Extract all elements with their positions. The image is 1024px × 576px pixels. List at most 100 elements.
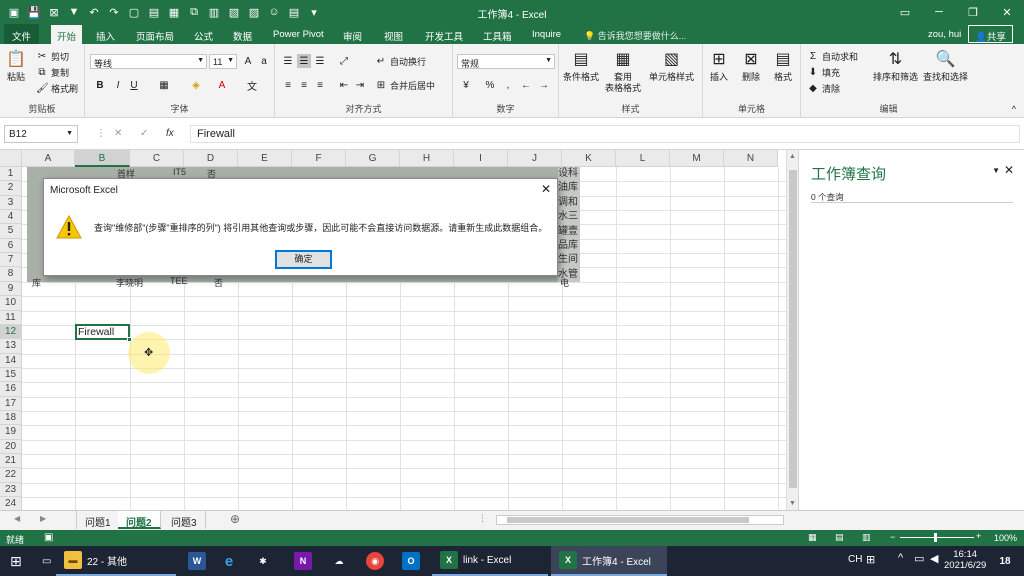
column-header-e[interactable]: E [238,150,292,167]
enter-icon[interactable]: ✓ [140,128,148,139]
find-select-button[interactable]: 🔍 查找和选择 [923,48,968,83]
close-icon[interactable]: ✕ [990,0,1024,24]
fill-color-icon[interactable]: ◈ [189,78,203,92]
paste-button[interactable]: 📋 粘贴 [4,48,28,83]
ime-icon[interactable]: ⊞ [866,553,875,566]
italic-icon[interactable]: I [111,78,125,92]
row-header-1[interactable]: 1 [0,167,22,182]
tab-data[interactable]: 数据 [227,27,258,45]
underline-icon[interactable]: U [127,78,141,92]
macro-record-icon[interactable]: ▣ [44,532,53,543]
font-name-select[interactable]: 等线 ▼ [90,54,207,69]
format-cells-button[interactable]: ▤ 格式 [771,48,795,83]
align-left-icon[interactable]: ≡ [281,78,295,92]
decrease-decimal-icon[interactable]: → [537,78,551,92]
taskbar-item-explorer[interactable]: ▬ 22 - 其他 [56,546,176,576]
clock[interactable]: 16:14 2021/6/29 [944,549,986,571]
row-header-5[interactable]: 5 [0,224,22,239]
dialog-close-icon[interactable]: ✕ [541,182,551,196]
volume-icon[interactable]: ◀ [930,552,938,565]
decrease-font-icon[interactable]: a [257,54,271,68]
column-header-a[interactable]: A [22,150,75,167]
share-button[interactable]: 👤共享 [968,25,1013,43]
bold-icon[interactable]: B [93,78,107,92]
row-header-2[interactable]: 2 [0,181,22,196]
vertical-scroll-thumb[interactable] [789,170,797,488]
border-icon[interactable]: ▦ [157,78,171,92]
tab-formulas[interactable]: 公式 [188,27,219,45]
cancel-icon[interactable]: ✕ [114,128,122,139]
add-sheet-icon[interactable]: ⊕ [230,512,240,526]
taskbar-ie[interactable]: e [212,546,246,576]
comma-icon[interactable]: , [501,78,515,92]
column-header-b[interactable]: B [75,150,130,167]
row-header-8[interactable]: 8 [0,267,22,282]
taskbar-onenote[interactable]: N [286,546,320,576]
align-center-icon[interactable]: ≡ [297,78,311,92]
horizontal-scroll-thumb[interactable] [507,517,749,523]
input-language[interactable]: CH [848,554,862,565]
currency-icon[interactable]: ¥ [459,78,473,92]
restore-icon[interactable]: ❐ [956,0,990,24]
formula-input[interactable]: Firewall [190,125,1020,143]
row-header-15[interactable]: 15 [0,367,22,383]
row-header-10[interactable]: 10 [0,296,22,311]
align-right-icon[interactable]: ≡ [313,78,327,92]
phonetic-icon[interactable]: 文 [245,78,259,93]
column-header-d[interactable]: D [184,150,238,167]
percent-icon[interactable]: % [483,78,497,92]
sort-filter-button[interactable]: ⇅ 排序和筛选 [873,48,918,83]
tell-me-search[interactable]: 💡 告诉我您想要做什么... [584,29,686,42]
align-bottom-icon[interactable]: ☰ [313,54,327,68]
row-header-3[interactable]: 3 [0,195,22,211]
tab-home[interactable]: 开始 [51,25,83,44]
scroll-down-icon[interactable]: ▼ [789,500,796,507]
row-header-14[interactable]: 14 [0,353,22,368]
format-painter-button[interactable]: 🖌 格式刷 [36,82,78,95]
vertical-scrollbar[interactable]: ▲ ▼ [786,150,798,510]
column-header-c[interactable]: C [130,150,184,167]
taskbar-outlook[interactable]: O [394,546,428,576]
horizontal-scrollbar[interactable] [496,515,784,525]
tab-view[interactable]: 视图 [378,27,409,45]
column-header-k[interactable]: K [562,150,616,167]
row-header-24[interactable]: 24 [0,497,22,510]
ok-button[interactable]: 确定 [275,250,332,269]
increase-decimal-icon[interactable]: ← [519,78,533,92]
scroll-up-icon[interactable]: ▲ [789,153,796,160]
tab-power-pivot[interactable]: Power Pivot [267,27,330,42]
row-header-11[interactable]: 11 [0,310,22,325]
insert-cells-button[interactable]: ⊞ 插入 [707,48,731,83]
network-icon[interactable]: ▭ [914,552,924,565]
normal-view-icon[interactable]: ▦ [808,532,817,543]
column-header-h[interactable]: H [400,150,454,167]
ribbon-display-icon[interactable]: ▭ [888,0,922,24]
show-hidden-icons-icon[interactable]: ^ [898,552,903,564]
format-as-table-button[interactable]: ▦ 套用 表格格式 [605,48,641,94]
clear-button[interactable]: ◆ 清除 [807,82,840,95]
row-header-18[interactable]: 18 [0,410,22,426]
tab-page-layout[interactable]: 页面布局 [130,27,180,45]
split-handle-icon[interactable]: ⋮ [478,513,487,524]
row-header-17[interactable]: 17 [0,396,22,411]
column-header-g[interactable]: G [346,150,400,167]
row-header-20[interactable]: 20 [0,439,22,455]
zoom-in-icon[interactable]: + [976,531,981,541]
copy-button[interactable]: ⧉ 复制 [36,66,69,79]
taskbar-chrome[interactable]: ◉ [358,546,392,576]
font-color-icon[interactable]: A [215,78,229,92]
row-header-12[interactable]: 12 [0,324,22,340]
column-header-m[interactable]: M [670,150,724,167]
row-header-21[interactable]: 21 [0,454,22,469]
increase-font-icon[interactable]: A [241,54,255,68]
tab-toolbox[interactable]: 工具箱 [477,27,518,45]
row-header-4[interactable]: 4 [0,210,22,225]
pane-close-icon[interactable]: ✕ [1004,163,1014,177]
row-header-22[interactable]: 22 [0,468,22,483]
conditional-format-button[interactable]: ▤ 条件格式 [563,48,599,83]
insert-function-icon[interactable]: fx [166,128,174,139]
sheet-tab-2[interactable]: 问题2 [118,511,161,529]
autosum-button[interactable]: Σ 自动求和 [807,50,858,63]
align-middle-icon[interactable]: ☰ [297,54,311,68]
column-header-i[interactable]: I [454,150,508,167]
